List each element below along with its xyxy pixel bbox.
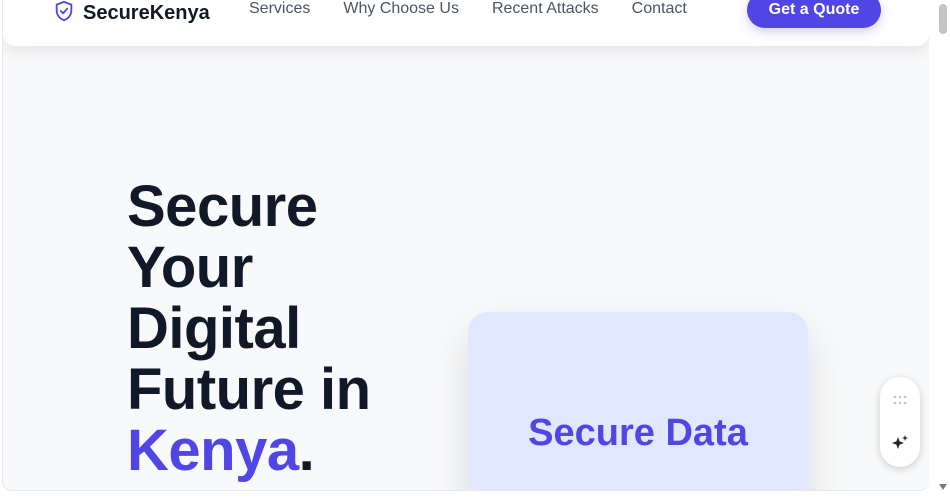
secure-data-card: Secure Data (468, 312, 808, 490)
hero-title-line: Digital (127, 296, 301, 361)
hero-title-line: Secure (127, 174, 318, 239)
get-a-quote-button[interactable]: Get a Quote (747, 0, 881, 28)
shield-check-icon (53, 0, 75, 27)
hero-title-period: . (298, 418, 315, 483)
page-viewport: SecureKenya Services Why Choose Us Recen… (2, 0, 929, 491)
hero-title-line: Future in (127, 357, 371, 422)
hero-title-line: Your (127, 235, 253, 300)
nav-link-services[interactable]: Services (249, 0, 310, 18)
nav-link-recent-attacks[interactable]: Recent Attacks (492, 0, 599, 18)
primary-nav: Services Why Choose Us Recent Attacks Co… (249, 0, 720, 18)
nav-link-contact[interactable]: Contact (632, 0, 687, 18)
vertical-scrollbar[interactable] (936, 0, 950, 500)
top-navbar: SecureKenya Services Why Choose Us Recen… (3, 0, 929, 46)
brand-logo[interactable]: SecureKenya (53, 0, 210, 27)
hero-title-accent: Kenya (127, 418, 299, 483)
scroll-down-arrow-icon[interactable] (939, 484, 947, 490)
hero-title-last-line: Kenya. (127, 420, 371, 481)
scrollbar-thumb[interactable] (939, 4, 947, 34)
hero-title: Secure Your Digital Future in Kenya. (127, 176, 371, 481)
floating-widget (880, 377, 920, 467)
card-title: Secure Data (528, 412, 748, 454)
nav-link-why-choose-us[interactable]: Why Choose Us (343, 0, 459, 18)
brand-name: SecureKenya (83, 2, 210, 24)
